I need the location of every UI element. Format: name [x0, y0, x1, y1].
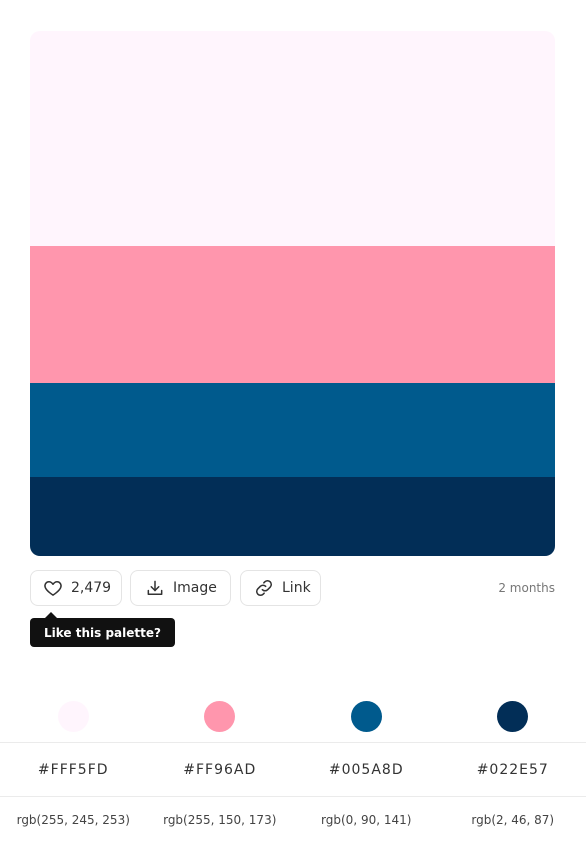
- color-dot-0[interactable]: [57, 701, 89, 732]
- download-image-button[interactable]: Image: [130, 570, 231, 606]
- palette-preview[interactable]: [30, 31, 555, 556]
- like-count: 2,479: [71, 580, 112, 596]
- hex-code[interactable]: #FF96AD: [183, 762, 256, 778]
- swatch-1[interactable]: [30, 246, 555, 383]
- tooltip-text: Like this palette?: [44, 625, 161, 640]
- link-icon: [254, 578, 274, 598]
- image-label: Image: [173, 580, 217, 596]
- hex-code[interactable]: #022E57: [477, 762, 549, 778]
- rgb-row: rgb(255, 245, 253) rgb(255, 150, 173) rg…: [0, 796, 586, 843]
- swatch-2[interactable]: [30, 382, 555, 478]
- swatch-3[interactable]: [30, 477, 555, 556]
- rgb-code[interactable]: rgb(255, 245, 253): [17, 813, 130, 827]
- hex-code[interactable]: #005A8D: [329, 762, 404, 778]
- color-circles: [0, 701, 586, 733]
- color-dot-3[interactable]: [497, 701, 529, 732]
- hex-code[interactable]: #FFF5FD: [38, 762, 109, 778]
- rgb-code[interactable]: rgb(0, 90, 141): [321, 813, 411, 827]
- like-button[interactable]: 2,479: [30, 570, 122, 606]
- swatch-0[interactable]: [30, 31, 555, 247]
- rgb-code[interactable]: rgb(2, 46, 87): [471, 813, 554, 827]
- hex-row: #FFF5FD #FF96AD #005A8D #022E57: [0, 742, 586, 797]
- like-tooltip: Like this palette?: [30, 612, 175, 647]
- color-dot-1[interactable]: [204, 701, 236, 732]
- rgb-code[interactable]: rgb(255, 150, 173): [163, 813, 276, 827]
- color-dot-2[interactable]: [350, 701, 382, 732]
- copy-link-button[interactable]: Link: [240, 570, 321, 606]
- palette-actions: 2,479 Image Link 2 months: [30, 570, 555, 608]
- heart-icon: [43, 578, 63, 598]
- palette-page: 2,479 Image Link 2 months Like this pale…: [0, 0, 586, 843]
- download-icon: [145, 578, 165, 598]
- link-label: Link: [282, 580, 311, 596]
- time-ago: 2 months: [498, 581, 555, 595]
